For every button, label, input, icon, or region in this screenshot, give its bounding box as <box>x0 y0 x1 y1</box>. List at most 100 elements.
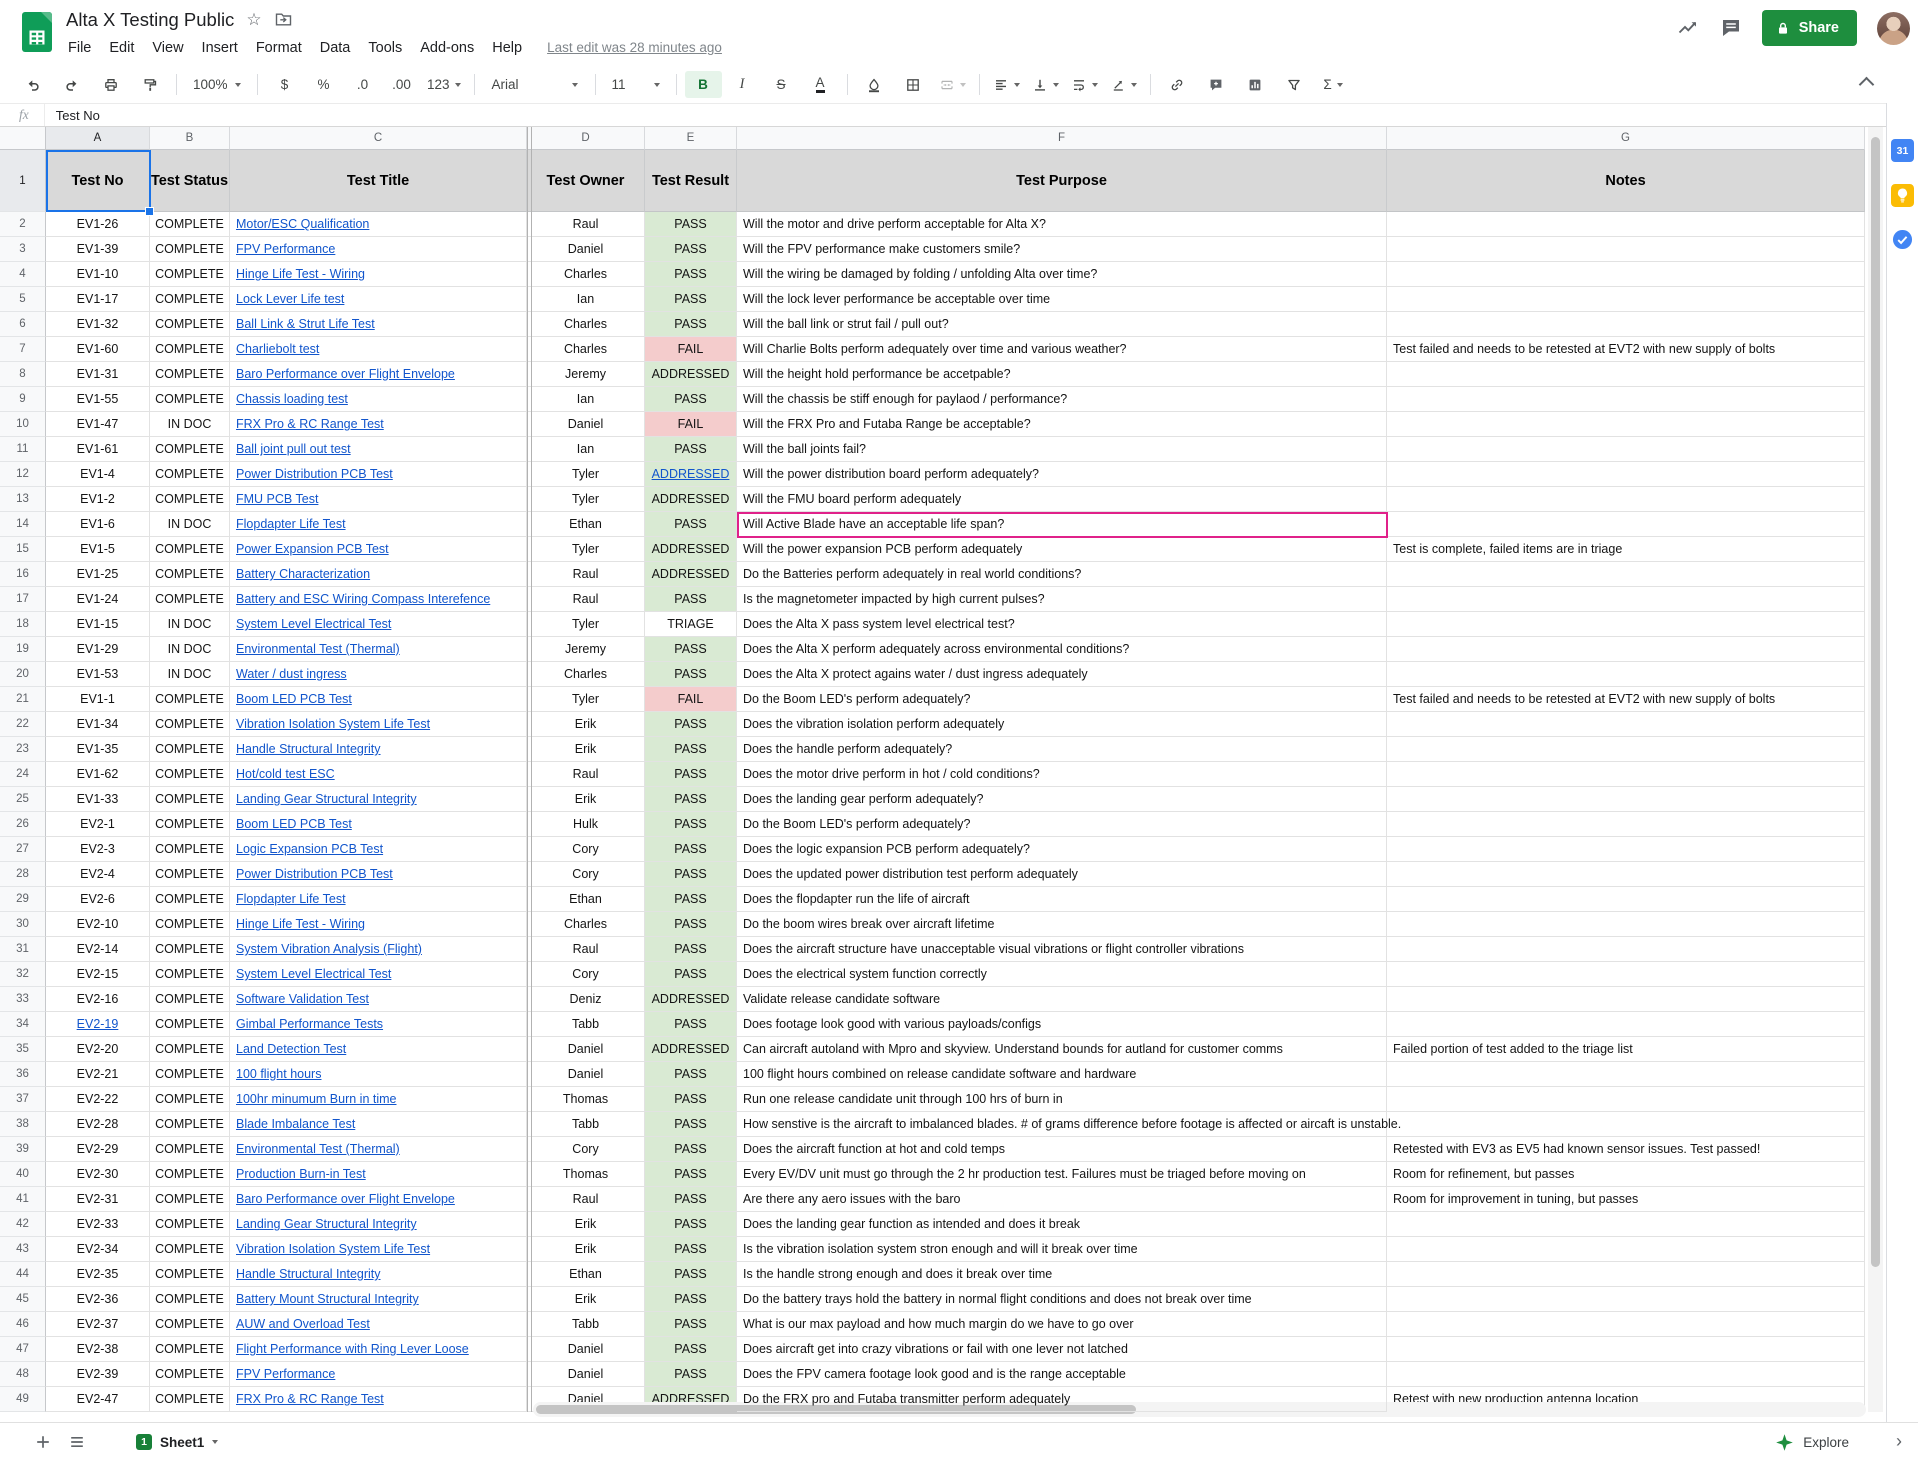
cell-notes[interactable]: Test failed and needs to be retested at … <box>1387 337 1865 362</box>
cell-notes[interactable] <box>1387 812 1865 837</box>
cell-test-result[interactable]: ADDRESSED <box>645 462 737 487</box>
cell-test-status[interactable]: COMPLETE <box>150 762 230 787</box>
cell-test-owner[interactable]: Charles <box>527 912 645 937</box>
explore-button[interactable]: Explore <box>1762 1428 1862 1457</box>
cell-test-title[interactable]: Boom LED PCB Test <box>230 687 527 712</box>
cell-test-purpose[interactable]: Will Active Blade have an acceptable lif… <box>737 512 1387 537</box>
menu-add-ons[interactable]: Add-ons <box>411 38 483 58</box>
cell-test-status[interactable]: COMPLETE <box>150 1237 230 1262</box>
cell-test-no[interactable]: EV2-35 <box>46 1262 150 1287</box>
cell-test-title-link[interactable]: FPV Performance <box>236 1367 335 1381</box>
cell-test-status[interactable]: COMPLETE <box>150 462 230 487</box>
cell-test-result[interactable]: PASS <box>645 1362 737 1387</box>
cell-test-status[interactable]: COMPLETE <box>150 1212 230 1237</box>
cell-test-title-link[interactable]: Power Distribution PCB Test <box>236 467 393 481</box>
insert-link-button[interactable] <box>1159 71 1196 98</box>
cell-test-no[interactable]: EV2-28 <box>46 1112 150 1137</box>
cell-test-title[interactable]: Lock Lever Life test <box>230 287 527 312</box>
cell-test-purpose[interactable]: Is the vibration isolation system stron … <box>737 1237 1387 1262</box>
cell-test-no[interactable]: EV1-15 <box>46 612 150 637</box>
cell-test-status[interactable]: COMPLETE <box>150 962 230 987</box>
cell-test-no[interactable]: EV1-55 <box>46 387 150 412</box>
cell-test-result[interactable]: FAIL <box>645 337 737 362</box>
cell-notes[interactable] <box>1387 612 1865 637</box>
cell-test-status[interactable]: COMPLETE <box>150 262 230 287</box>
cell-test-no[interactable]: EV1-1 <box>46 687 150 712</box>
row-number[interactable]: 6 <box>0 312 46 337</box>
text-wrap-button[interactable] <box>1066 71 1103 98</box>
cell-test-result[interactable]: PASS <box>645 737 737 762</box>
cell-test-no[interactable]: EV2-22 <box>46 1087 150 1112</box>
row-number[interactable]: 35 <box>0 1037 46 1062</box>
row-number[interactable]: 2 <box>0 212 46 237</box>
cell-test-purpose[interactable]: Will the height hold performance be acce… <box>737 362 1387 387</box>
font-size-dropdown-icon[interactable] <box>654 83 660 87</box>
cell-notes[interactable] <box>1387 262 1865 287</box>
row-number[interactable]: 30 <box>0 912 46 937</box>
cell-notes[interactable]: Test is complete, failed items are in tr… <box>1387 537 1865 562</box>
row-number[interactable]: 15 <box>0 537 46 562</box>
cell-notes[interactable] <box>1387 512 1865 537</box>
row-number[interactable]: 25 <box>0 787 46 812</box>
cell-test-owner[interactable]: Cory <box>527 862 645 887</box>
row-number[interactable]: 1 <box>0 150 46 212</box>
cell-test-purpose[interactable]: Do the boom wires break over aircraft li… <box>737 912 1387 937</box>
cell-test-owner[interactable]: Daniel <box>527 237 645 262</box>
cell-test-title[interactable]: Handle Structural Integrity <box>230 1262 527 1287</box>
cell-test-no[interactable]: EV1-60 <box>46 337 150 362</box>
cell-test-status[interactable]: COMPLETE <box>150 837 230 862</box>
cell-test-no[interactable]: EV2-31 <box>46 1187 150 1212</box>
cell-test-purpose[interactable]: Validate release candidate software <box>737 987 1387 1012</box>
cell-test-no[interactable]: EV2-19 <box>46 1012 150 1037</box>
cell-test-title[interactable]: Vibration Isolation System Life Test <box>230 1237 527 1262</box>
cell-notes[interactable] <box>1387 787 1865 812</box>
cell-test-status[interactable]: COMPLETE <box>150 1337 230 1362</box>
cell-test-title[interactable]: Water / dust ingress <box>230 662 527 687</box>
cell-test-no[interactable]: EV2-37 <box>46 1312 150 1337</box>
strikethrough-button[interactable]: S <box>763 71 800 98</box>
cell-test-title[interactable]: Flopdapter Life Test <box>230 512 527 537</box>
cell-test-result[interactable]: PASS <box>645 1237 737 1262</box>
insert-chart-button[interactable] <box>1237 71 1274 98</box>
cell-test-title[interactable]: Baro Performance over Flight Envelope <box>230 1187 527 1212</box>
cell-test-no[interactable]: EV1-29 <box>46 637 150 662</box>
sheet-tab-menu-icon[interactable] <box>212 1440 218 1444</box>
cell-test-title-link[interactable]: Power Distribution PCB Test <box>236 867 393 881</box>
zoom-button[interactable]: 100% <box>185 71 249 98</box>
row-number[interactable]: 9 <box>0 387 46 412</box>
cell-test-no[interactable]: EV2-47 <box>46 1387 150 1412</box>
cell-test-title-link[interactable]: FPV Performance <box>236 242 335 256</box>
cell-test-status[interactable]: COMPLETE <box>150 1162 230 1187</box>
merge-cells-button[interactable] <box>934 71 971 98</box>
cell-test-no-link[interactable]: EV2-19 <box>77 1017 119 1031</box>
cell-test-title[interactable]: Ball joint pull out test <box>230 437 527 462</box>
cell-test-status[interactable]: COMPLETE <box>150 287 230 312</box>
font-family-button[interactable]: Arial <box>483 71 587 98</box>
cell-test-title-link[interactable]: 100hr minumum Burn in time <box>236 1092 396 1106</box>
cell-test-purpose[interactable]: Do the battery trays hold the battery in… <box>737 1287 1387 1312</box>
cell-test-result[interactable]: ADDRESSED <box>645 987 737 1012</box>
font-size-button[interactable]: 11 <box>604 71 668 98</box>
row-number[interactable]: 18 <box>0 612 46 637</box>
cell-test-no[interactable]: EV1-34 <box>46 712 150 737</box>
cell-test-status[interactable]: COMPLETE <box>150 437 230 462</box>
cell-test-owner[interactable]: Erik <box>527 1212 645 1237</box>
cell-notes[interactable] <box>1387 987 1865 1012</box>
cell-test-no[interactable]: EV2-33 <box>46 1212 150 1237</box>
cell-test-purpose[interactable]: Do the Boom LED's perform adequately? <box>737 687 1387 712</box>
cell-test-no[interactable]: EV1-53 <box>46 662 150 687</box>
cell-notes[interactable] <box>1387 1212 1865 1237</box>
cell-notes[interactable] <box>1387 1262 1865 1287</box>
add-sheet-button[interactable] <box>26 1425 60 1459</box>
cell-test-no[interactable]: EV2-6 <box>46 887 150 912</box>
header-cell-test-result[interactable]: Test Result <box>645 150 737 212</box>
toolbar-collapse-icon[interactable] <box>1859 77 1875 93</box>
cell-test-result[interactable]: PASS <box>645 787 737 812</box>
fill-color-button[interactable] <box>856 71 893 98</box>
vertical-align-button[interactable] <box>1027 71 1064 98</box>
cell-test-title-link[interactable]: Battery Mount Structural Integrity <box>236 1292 419 1306</box>
cell-test-title-link[interactable]: Battery Characterization <box>236 567 370 581</box>
cell-test-no[interactable]: EV1-5 <box>46 537 150 562</box>
cell-test-title[interactable]: FRX Pro & RC Range Test <box>230 1387 527 1412</box>
row-number[interactable]: 31 <box>0 937 46 962</box>
